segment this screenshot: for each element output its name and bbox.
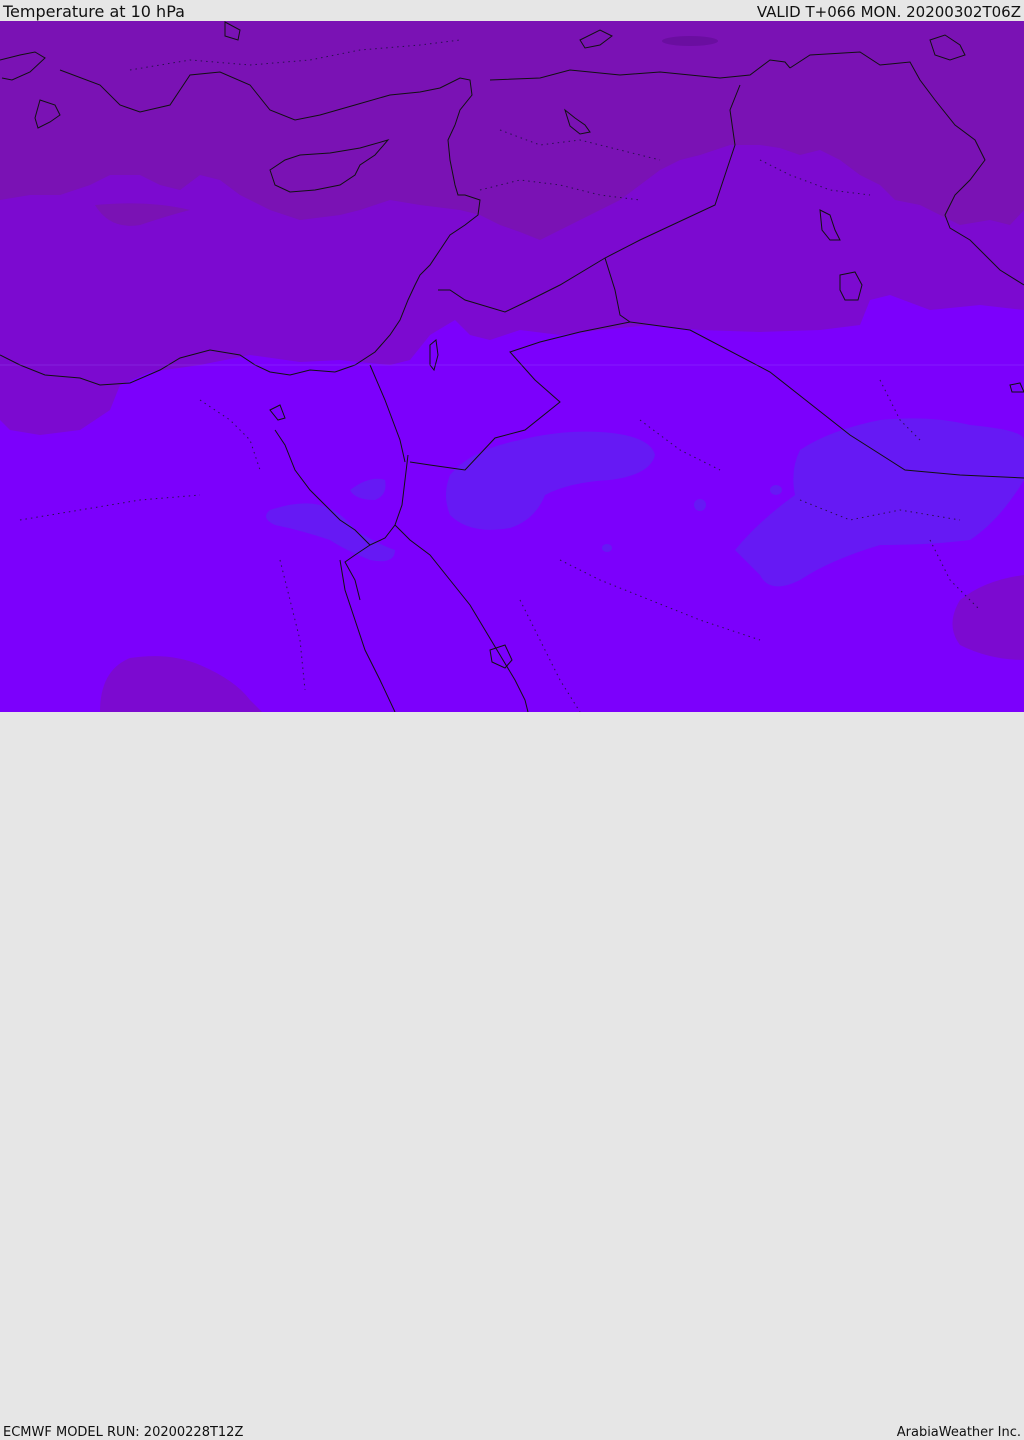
temperature-band-warmest-7 xyxy=(602,544,612,552)
temperature-band-cold-spot xyxy=(662,36,718,46)
model-run-label: ECMWF MODEL RUN: 20200228T12Z xyxy=(3,1425,243,1440)
temperature-band-warmest-6 xyxy=(694,499,706,511)
weather-map[interactable] xyxy=(0,21,1024,712)
brand-label: ArabiaWeather Inc. xyxy=(897,1425,1021,1440)
temperature-band-warmest-5 xyxy=(770,485,782,495)
footer-bar: ECMWF MODEL RUN: 20200228T12Z ArabiaWeat… xyxy=(0,712,1024,729)
header-bar: Temperature at 10 hPa VALID T+066 MON. 2… xyxy=(0,0,1024,21)
map-title: Temperature at 10 hPa xyxy=(3,3,185,21)
valid-time: VALID T+066 MON. 20200302T06Z xyxy=(757,4,1021,21)
